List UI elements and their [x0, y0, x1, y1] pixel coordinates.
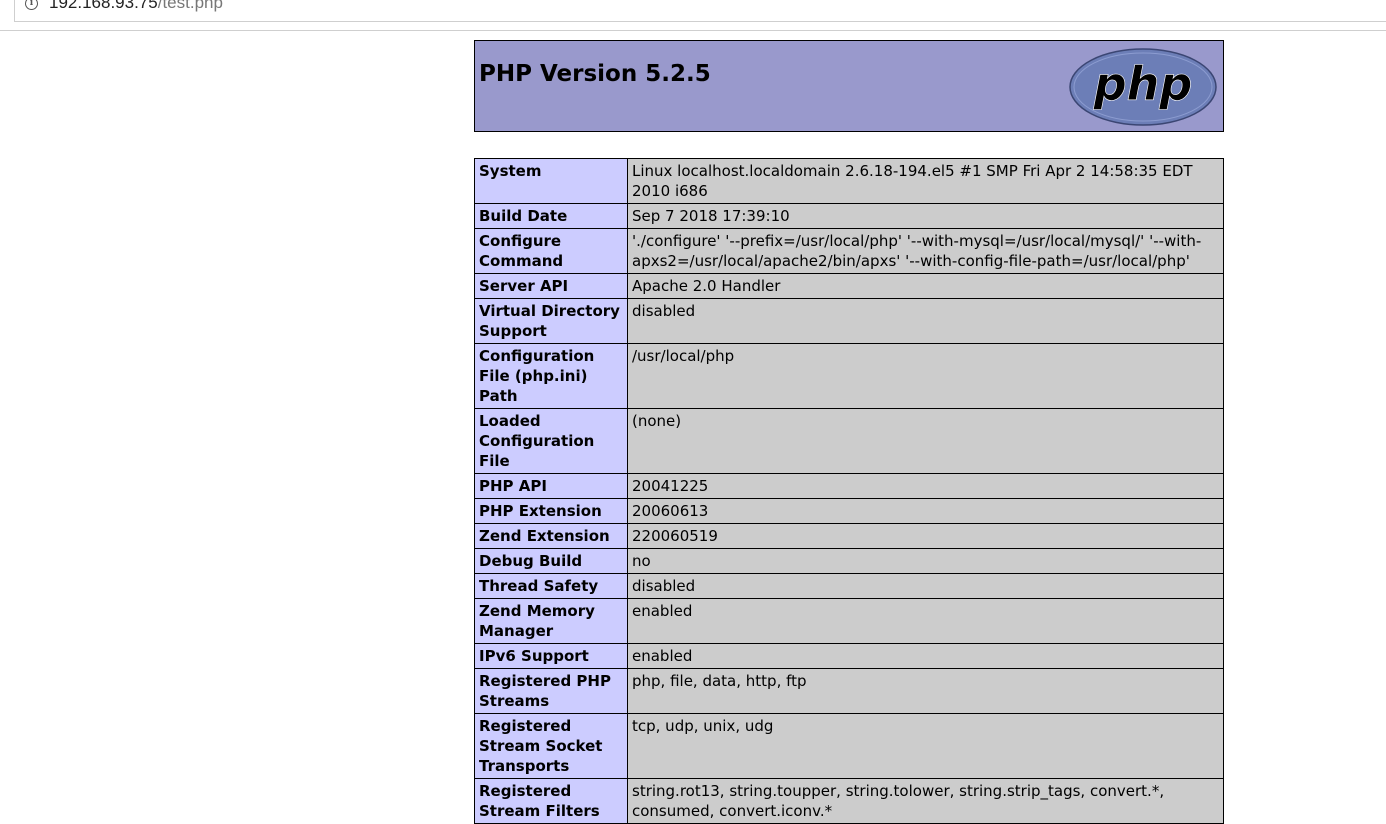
- php-logo-link[interactable]: php: [1068, 47, 1218, 131]
- table-row: PHP API 20041225: [474, 473, 1224, 499]
- row-key: Registered Stream Filters: [474, 778, 628, 824]
- table-row: Configuration File (php.ini) Path/usr/lo…: [474, 343, 1224, 409]
- row-key: IPv6 Support: [474, 643, 628, 669]
- row-key: Zend Extension: [474, 523, 628, 549]
- row-key: Registered Stream Socket Transports: [474, 713, 628, 779]
- row-key: System: [474, 158, 628, 204]
- phpinfo-header: PHP Version 5.2.5 php: [474, 40, 1224, 132]
- url-field[interactable]: i 192.168.93.75/test.php: [14, 0, 1386, 22]
- row-value: no: [627, 548, 1224, 574]
- table-row: IPv6 Support enabled: [474, 643, 1224, 669]
- table-row: Build Date Sep 7 2018 17:39:10: [474, 203, 1224, 229]
- row-key: PHP Extension: [474, 498, 628, 524]
- row-value: enabled: [627, 598, 1224, 644]
- phpinfo-table-body: System Linux localhost.localdomain 2.6.18…: [474, 158, 1224, 824]
- row-value: Sep 7 2018 17:39:10: [627, 203, 1224, 229]
- table-row: Server API Apache 2.0 Handler: [474, 273, 1224, 299]
- row-value: 20060613: [627, 498, 1224, 524]
- row-value: /usr/local/php: [627, 343, 1224, 409]
- row-key: Configuration File (php.ini) Path: [474, 343, 628, 409]
- table-row: Registered Stream Filters string.rot13, s…: [474, 778, 1224, 824]
- row-key: Server API: [474, 273, 628, 299]
- table-row: Registered PHP Streams php, file, data, h…: [474, 668, 1224, 714]
- table-row: Configure Command './configure' '--prefix…: [474, 228, 1224, 274]
- row-key: Debug Build: [474, 548, 628, 574]
- table-row: System Linux localhost.localdomain 2.6.18…: [474, 158, 1224, 204]
- row-key: Build Date: [474, 203, 628, 229]
- row-key: Zend Memory Manager: [474, 598, 628, 644]
- row-key: PHP API: [474, 473, 628, 499]
- phpinfo-table: System Linux localhost.localdomain 2.6.18…: [474, 158, 1224, 824]
- row-value: disabled: [627, 573, 1224, 599]
- url-path: /test.php: [157, 0, 223, 12]
- row-value: Apache 2.0 Handler: [627, 273, 1224, 299]
- row-value: string.rot13, string.toupper, string.tol…: [627, 778, 1224, 824]
- row-key: Loaded Configuration File: [474, 408, 628, 474]
- table-row: Loaded Configuration File (none): [474, 408, 1224, 474]
- row-value: Linux localhost.localdomain 2.6.18-194.e…: [627, 158, 1224, 204]
- table-row: Zend Extension 220060519: [474, 523, 1224, 549]
- table-row: Registered Stream Socket Transports tcp, …: [474, 713, 1224, 779]
- row-key: Registered PHP Streams: [474, 668, 628, 714]
- url-host: 192.168.93.75: [49, 0, 158, 12]
- row-value: enabled: [627, 643, 1224, 669]
- browser-address-bar: i 192.168.93.75/test.php: [0, 0, 1386, 31]
- table-row: Virtual Directory Support disabled: [474, 298, 1224, 344]
- table-row: Zend Memory Manager enabled: [474, 598, 1224, 644]
- row-value: 20041225: [627, 473, 1224, 499]
- table-row: Debug Build no: [474, 548, 1224, 574]
- row-key: Configure Command: [474, 228, 628, 274]
- php-logo-text: php: [1093, 57, 1193, 111]
- row-value: (none): [627, 408, 1224, 474]
- table-row: PHP Extension 20060613: [474, 498, 1224, 524]
- row-value: 220060519: [627, 523, 1224, 549]
- row-value: php, file, data, http, ftp: [627, 668, 1224, 714]
- php-logo-icon: php: [1069, 48, 1217, 126]
- row-value: tcp, udp, unix, udg: [627, 713, 1224, 779]
- row-key: Thread Safety: [474, 573, 628, 599]
- row-value: './configure' '--prefix=/usr/local/php' …: [627, 228, 1224, 274]
- row-value: disabled: [627, 298, 1224, 344]
- info-circle-icon[interactable]: i: [25, 0, 38, 10]
- table-row: Thread Safety disabled: [474, 573, 1224, 599]
- page-title: PHP Version 5.2.5: [479, 61, 711, 87]
- url-text[interactable]: 192.168.93.75/test.php: [49, 0, 223, 13]
- row-key: Virtual Directory Support: [474, 298, 628, 344]
